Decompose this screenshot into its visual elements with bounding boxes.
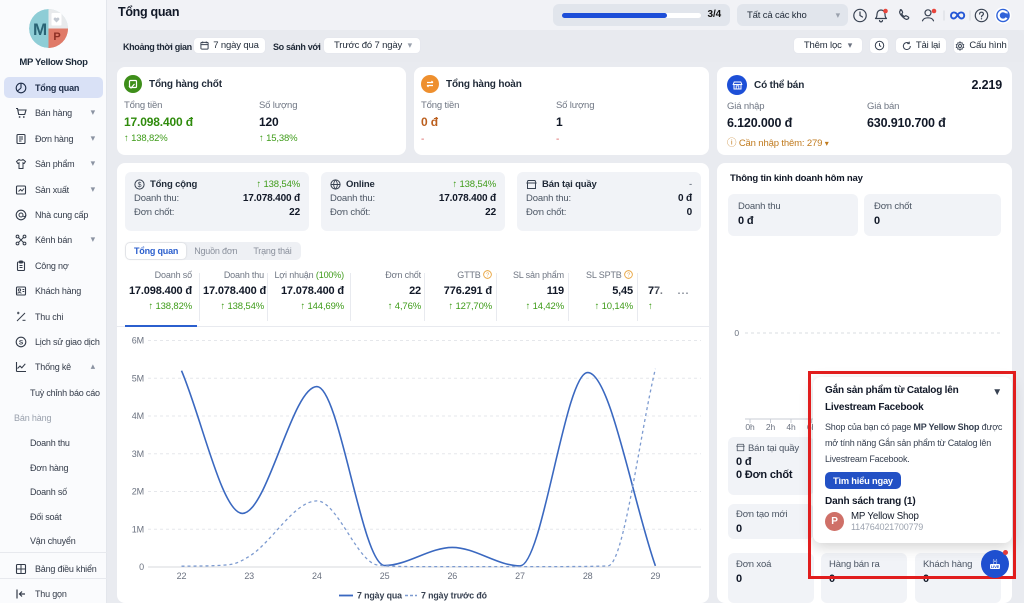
svg-text:3M: 3M [132,449,144,459]
svg-text:25: 25 [380,571,390,581]
svg-text:2M: 2M [132,487,144,497]
svg-text:P: P [53,31,60,43]
svg-text:28: 28 [583,571,593,581]
svg-text:$: $ [138,182,142,189]
svg-text:7 ngày qua: 7 ngày qua [357,591,402,601]
svg-text:0: 0 [734,328,739,338]
svg-text:2h: 2h [766,422,776,432]
svg-text:M: M [33,20,47,39]
svg-text:27: 27 [515,571,525,581]
svg-text:S: S [19,339,24,346]
svg-text:4M: 4M [132,411,144,421]
svg-text:0h: 0h [745,422,755,432]
svg-text:LIVE: LIVE [991,564,1000,569]
svg-text:4h: 4h [786,422,796,432]
svg-text:7 ngày trước đó: 7 ngày trước đó [421,591,488,601]
svg-text:24: 24 [312,571,322,581]
svg-text:5M: 5M [132,373,144,383]
svg-text:23: 23 [244,571,254,581]
svg-text:22: 22 [177,571,187,581]
svg-text:26: 26 [447,571,457,581]
svg-text:0: 0 [139,562,144,572]
svg-text:6M: 6M [132,336,144,346]
svg-text:29: 29 [651,571,661,581]
svg-text:1M: 1M [132,524,144,534]
